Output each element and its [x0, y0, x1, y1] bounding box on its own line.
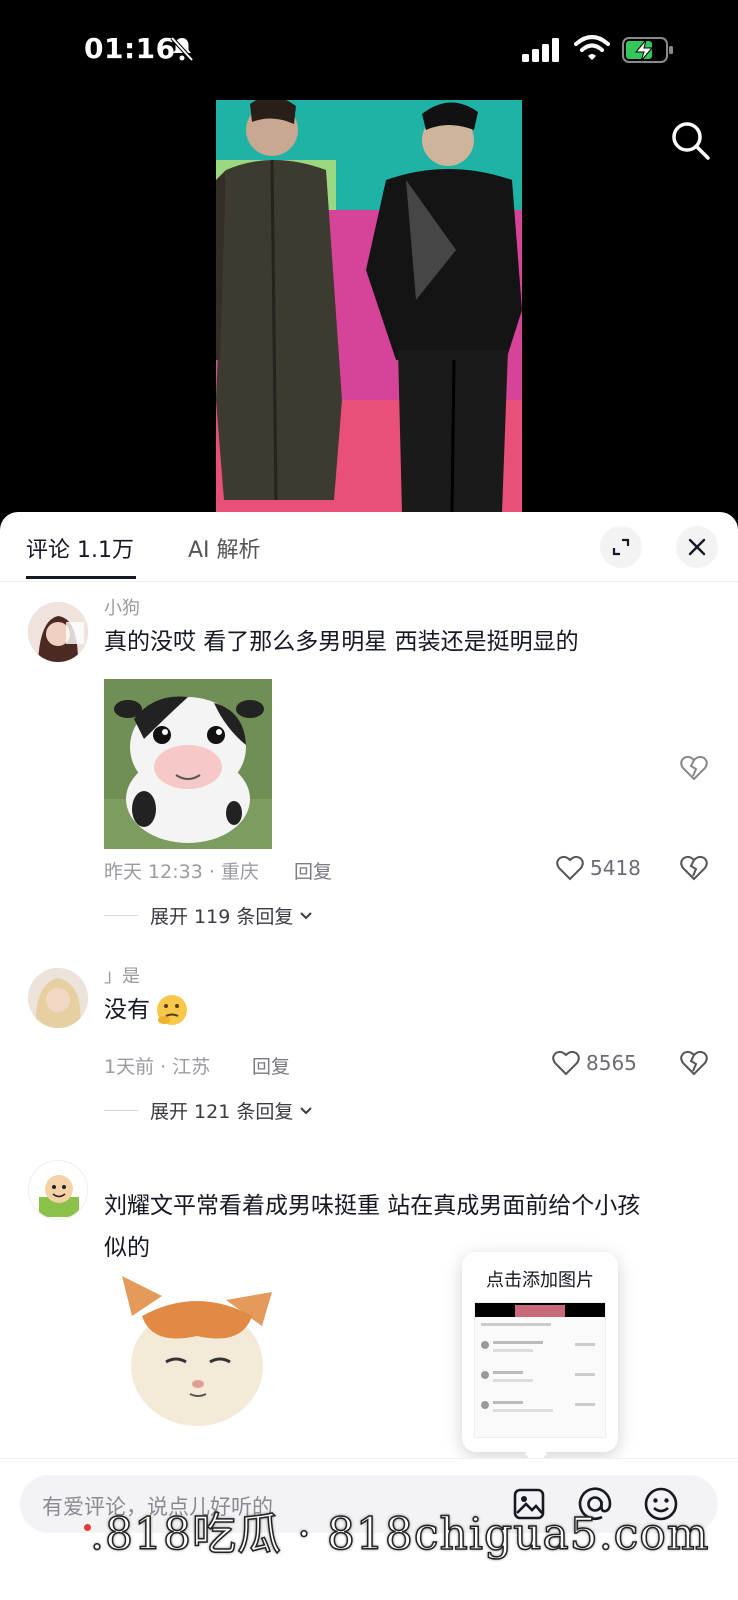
video-still: [216, 100, 522, 512]
like-button[interactable]: 5418: [556, 854, 641, 882]
comment-sheet: 评论 1.1万 AI 解析 小狗 真的没哎 看了那么多男明星 西装还是挺明显的 …: [0, 512, 738, 1600]
battery-charging-icon: [622, 37, 673, 63]
expand-button[interactable]: [600, 526, 642, 568]
comment-username[interactable]: 小狗: [104, 594, 140, 620]
comment-username[interactable]: 」是: [104, 962, 140, 988]
comment-text: 没有: [104, 990, 190, 1030]
comment-item: 小狗 真的没哎 看了那么多男明星 西装还是挺明显的 昨天 12:33 · 重庆 …: [0, 582, 738, 952]
comment-item: 」是 没有 1天前 · 江苏 回复 8565 展开 121 条回复: [0, 952, 738, 1162]
video-thumbnail: [216, 100, 522, 512]
divider: [104, 1110, 138, 1111]
chevron-down-icon: [300, 911, 313, 919]
heart-icon: [556, 855, 584, 881]
comment-sticker-image[interactable]: [122, 1276, 272, 1436]
expand-replies-button[interactable]: 展开 121 条回复: [104, 1097, 315, 1124]
expand-replies-label: 展开 121 条回复: [150, 1101, 294, 1123]
tab-comments[interactable]: 评论 1.1万: [26, 532, 134, 564]
status-bar: 01:16: [0, 0, 738, 100]
tab-ai-analysis[interactable]: AI 解析: [188, 532, 261, 564]
add-image-popup-title: 点击添加图片: [486, 1270, 594, 1291]
thinking-emoji-icon: [157, 995, 187, 1025]
reply-button[interactable]: 回复: [294, 857, 332, 884]
bell-off-icon: [170, 36, 194, 62]
broken-heart-icon[interactable]: [680, 1049, 708, 1077]
comment-text: 真的没哎 看了那么多男明星 西装还是挺明显的: [104, 629, 579, 655]
recent-screenshot-thumbnail[interactable]: [474, 1302, 606, 1438]
expand-replies-button[interactable]: 展开 119 条回复: [104, 902, 315, 929]
comment-meta: 1天前 · 江苏: [104, 1056, 211, 1078]
comment-text-content: 没有: [104, 997, 150, 1023]
screenshot-preview: [475, 1303, 605, 1412]
avatar[interactable]: [28, 968, 88, 1028]
chevron-down-icon: [300, 1106, 313, 1114]
expand-replies-label: 展开 119 条回复: [150, 906, 294, 928]
comment-text-line: 似的: [104, 1235, 150, 1261]
cat-sticker: [122, 1276, 272, 1436]
cow-sticker: [104, 679, 272, 849]
close-icon: [688, 538, 706, 556]
active-tab-indicator: [26, 576, 136, 579]
comment-tabs: 评论 1.1万 AI 解析: [0, 512, 738, 582]
like-count: 5418: [590, 856, 641, 880]
search-icon[interactable]: [668, 118, 712, 162]
comment-item: 刘耀文平常看着成男味挺重 站在真成男面前给个小孩 似的: [0, 1146, 738, 1466]
broken-heart-icon[interactable]: [680, 854, 708, 882]
divider: [104, 915, 138, 916]
comment-meta: 昨天 12:33 · 重庆: [104, 861, 259, 883]
heart-icon: [552, 1050, 580, 1076]
video-player[interactable]: [0, 100, 738, 512]
broken-heart-icon[interactable]: [680, 754, 708, 782]
reply-button[interactable]: 回复: [252, 1052, 290, 1079]
comment-text-line: 刘耀文平常看着成男味挺重 站在真成男面前给个小孩: [104, 1193, 641, 1219]
signal-icon: [522, 38, 559, 62]
like-count: 8565: [586, 1051, 637, 1075]
wifi-icon: [574, 35, 610, 60]
comment-sticker-image[interactable]: [104, 679, 272, 849]
avatar[interactable]: [28, 1160, 88, 1220]
avatar[interactable]: [28, 602, 88, 662]
add-image-popup[interactable]: 点击添加图片: [462, 1252, 618, 1466]
like-button[interactable]: 8565: [552, 1049, 637, 1077]
close-button[interactable]: [676, 526, 718, 568]
expand-icon: [612, 538, 630, 556]
watermark: .818吃瓜 · 818chigua5.com: [89, 1508, 710, 1561]
status-time: 01:16: [84, 32, 176, 65]
